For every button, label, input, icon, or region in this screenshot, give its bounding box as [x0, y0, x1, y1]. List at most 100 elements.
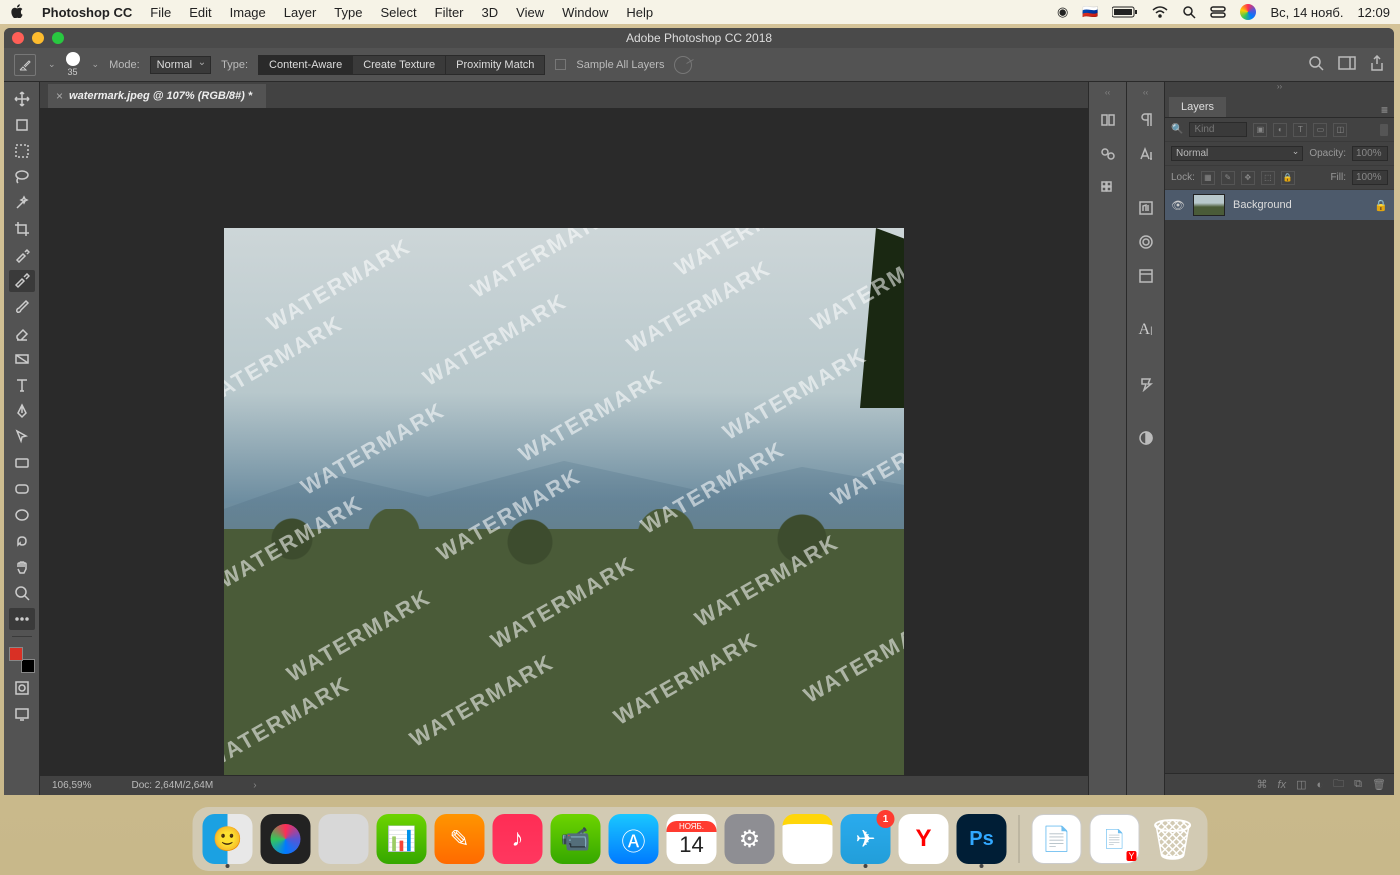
menu-type[interactable]: Type [334, 5, 362, 20]
layer-thumbnail[interactable] [1193, 194, 1225, 216]
glyphs-panel-icon[interactable] [1135, 197, 1157, 219]
dock-yandex[interactable]: Y [899, 814, 949, 864]
type-create-texture-button[interactable]: Create Texture [352, 55, 445, 75]
canvas-viewport[interactable]: WATERMARK WATERMARK WATERMARK WATERMARK … [40, 108, 1088, 775]
lasso-tool[interactable] [9, 166, 35, 188]
brushes-panel-icon[interactable] [1097, 143, 1119, 165]
lock-position-icon[interactable]: ✥ [1241, 171, 1255, 185]
brush-tool[interactable] [9, 296, 35, 318]
location-icon[interactable]: ◉ [1057, 4, 1068, 20]
dock-facetime[interactable]: 📹 [551, 814, 601, 864]
type-tool[interactable] [9, 374, 35, 396]
menu-filter[interactable]: Filter [435, 5, 464, 20]
foreground-background-colors[interactable] [9, 647, 35, 673]
layer-lock-icon[interactable]: 🔒 [1374, 199, 1388, 212]
history-panel-icon[interactable] [1097, 109, 1119, 131]
group-icon[interactable]: 🗀 [1333, 775, 1344, 794]
character-panel-icon[interactable] [1135, 143, 1157, 165]
menu-view[interactable]: View [516, 5, 544, 20]
apple-menu[interactable] [10, 4, 24, 21]
hand-tool[interactable] [9, 556, 35, 578]
move-tool[interactable] [9, 88, 35, 110]
custom-shape-tool[interactable] [9, 530, 35, 552]
lock-image-icon[interactable]: ✎ [1221, 171, 1235, 185]
type-proximity-match-button[interactable]: Proximity Match [445, 55, 545, 75]
lock-artboard-icon[interactable]: ⬚ [1261, 171, 1275, 185]
panel-collapse-icon[interactable]: ›› [1165, 82, 1394, 94]
menu-select[interactable]: Select [380, 5, 416, 20]
pen-tool[interactable] [9, 400, 35, 422]
layer-row[interactable]: 👁 Background 🔒 [1165, 190, 1394, 220]
actions-panel-icon[interactable] [1135, 373, 1157, 395]
dock-telegram[interactable]: ✈1 [841, 814, 891, 864]
lock-all-icon[interactable]: 🔒 [1281, 171, 1295, 185]
fill-input[interactable]: 100% [1352, 170, 1388, 185]
pressure-icon[interactable] [674, 56, 692, 74]
menu-3d[interactable]: 3D [482, 5, 499, 20]
marquee-tool[interactable] [9, 140, 35, 162]
menu-file[interactable]: File [150, 5, 171, 20]
siri-icon[interactable] [1240, 4, 1256, 20]
status-caret-icon[interactable]: › [253, 780, 256, 791]
input-language-icon[interactable]: 🇷🇺 [1082, 4, 1098, 20]
document-tab[interactable]: × watermark.jpeg @ 107% (RGB/8#) * [48, 84, 266, 108]
filter-kind-select[interactable]: Kind [1189, 122, 1247, 137]
gradient-tool[interactable] [9, 348, 35, 370]
close-tab-icon[interactable]: × [56, 89, 63, 103]
menu-image[interactable]: Image [230, 5, 266, 20]
foreground-color-swatch[interactable] [9, 647, 23, 661]
opacity-input[interactable]: 100% [1352, 146, 1388, 161]
adjustment-layer-icon[interactable]: ◐ [1317, 779, 1324, 791]
layer-name[interactable]: Background [1233, 199, 1292, 211]
dock-photoshop[interactable]: Ps [957, 814, 1007, 864]
tool-preset-picker[interactable] [14, 54, 36, 76]
eraser-tool[interactable] [9, 322, 35, 344]
filter-smart-icon[interactable]: ◫ [1333, 123, 1347, 137]
new-layer-icon[interactable]: ⧉ [1354, 778, 1362, 791]
menubar-date[interactable]: Вс, 14 нояб. [1270, 5, 1343, 20]
status-doc-size[interactable]: Doc: 2,64M/2,64M [131, 780, 213, 791]
filter-adjustment-icon[interactable]: ◐ [1273, 123, 1287, 137]
control-center-icon[interactable] [1210, 6, 1226, 18]
rounded-rectangle-tool[interactable] [9, 478, 35, 500]
paragraph-panel-icon[interactable] [1135, 109, 1157, 131]
filter-type-icon[interactable]: T [1293, 123, 1307, 137]
app-name[interactable]: Photoshop CC [42, 5, 132, 20]
edit-toolbar-button[interactable] [9, 608, 35, 630]
dock-document-1[interactable]: 📄 [1032, 814, 1082, 864]
window-minimize-button[interactable] [32, 32, 44, 44]
artboard-tool[interactable] [9, 114, 35, 136]
spot-healing-brush-tool[interactable] [9, 270, 35, 292]
lock-transparency-icon[interactable]: ▦ [1201, 171, 1215, 185]
dock-music[interactable]: ♪ [493, 814, 543, 864]
filter-search-icon[interactable]: 🔍 [1171, 124, 1183, 135]
blend-mode-select[interactable]: Normal [1171, 146, 1303, 161]
filter-shape-icon[interactable]: ▭ [1313, 123, 1327, 137]
zoom-tool[interactable] [9, 582, 35, 604]
panel-menu-icon[interactable]: ≡ [1375, 103, 1394, 117]
delete-layer-icon[interactable]: 🗑 [1372, 778, 1386, 791]
sample-all-layers-checkbox[interactable] [555, 59, 566, 70]
screen-mode-tool[interactable] [9, 703, 35, 725]
status-zoom[interactable]: 106,59% [52, 780, 91, 791]
menu-help[interactable]: Help [626, 5, 653, 20]
panel-expand-icon[interactable]: ‹‹ [1143, 88, 1148, 97]
quick-mask-tool[interactable] [9, 677, 35, 699]
type-content-aware-button[interactable]: Content-Aware [258, 55, 352, 75]
brush-caret-icon[interactable]: ⌄ [92, 59, 100, 70]
dock-finder[interactable]: 🙂 [203, 814, 253, 864]
panel-expand-icon[interactable]: ‹‹ [1105, 88, 1110, 97]
filter-toggle-icon[interactable] [1380, 124, 1388, 136]
ellipse-tool[interactable] [9, 504, 35, 526]
dock-siri[interactable] [261, 814, 311, 864]
wifi-icon[interactable] [1152, 6, 1168, 18]
dock-launchpad[interactable] [319, 814, 369, 864]
adjustments-panel-icon[interactable] [1135, 427, 1157, 449]
eyedropper-tool[interactable] [9, 244, 35, 266]
tool-preset-caret-icon[interactable]: ⌄ [48, 59, 56, 70]
menu-window[interactable]: Window [562, 5, 608, 20]
link-layers-icon[interactable]: ⌘ [1257, 778, 1268, 791]
window-close-button[interactable] [12, 32, 24, 44]
properties-panel-icon[interactable] [1135, 265, 1157, 287]
swatches-panel-icon[interactable] [1097, 177, 1119, 199]
